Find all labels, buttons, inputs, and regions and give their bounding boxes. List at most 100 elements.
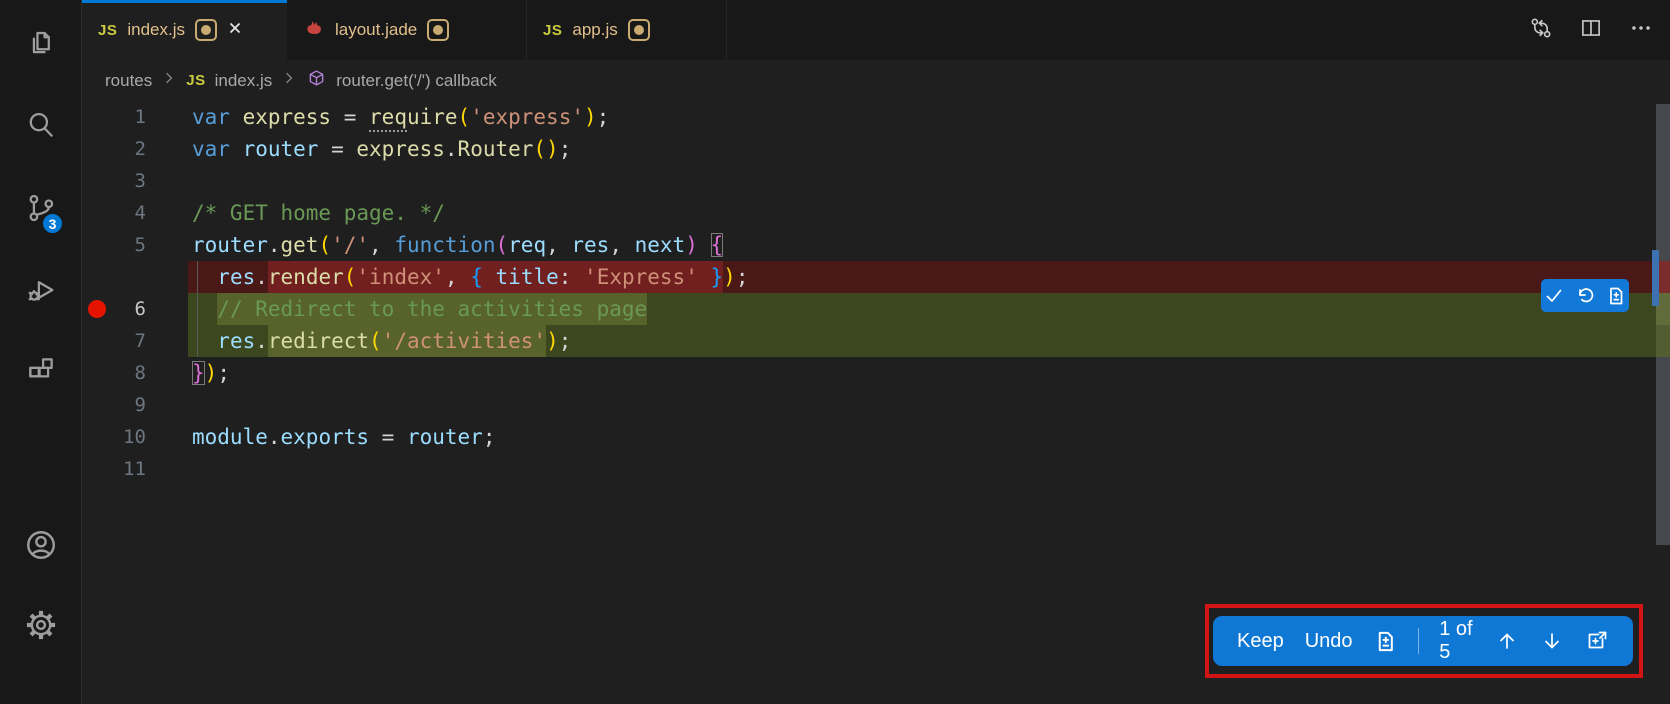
arrow-down-icon[interactable]: [1540, 629, 1564, 653]
code-token: .: [255, 329, 268, 353]
code-line-content[interactable]: /* GET home page. */: [188, 197, 1656, 229]
line-number[interactable]: 7: [110, 325, 146, 357]
diff-file-icon[interactable]: [1606, 286, 1626, 306]
breakpoint-margin[interactable]: [82, 453, 110, 485]
sidebar-item-source-control[interactable]: 3: [0, 186, 82, 234]
code-token: get: [281, 233, 319, 257]
discard-undo-icon[interactable]: [1575, 286, 1595, 306]
code-token: ): [723, 265, 736, 289]
code-line: 3: [82, 165, 1670, 197]
tab-label: index.js: [127, 20, 185, 40]
code-line-content[interactable]: module.exports = router;: [188, 421, 1656, 453]
gear-icon: [23, 607, 59, 648]
open-diff-editor-icon[interactable]: [1585, 629, 1609, 653]
diff-segment: var express = require('express');: [192, 101, 609, 133]
code-line: 10 module.exports = router;: [82, 421, 1670, 453]
code-token: ;: [483, 425, 496, 449]
keep-button[interactable]: Keep: [1237, 630, 1284, 653]
open-changes-icon[interactable]: [1528, 15, 1554, 41]
code-line-content[interactable]: res.redirect('/activities');: [188, 325, 1656, 357]
breakpoint-margin[interactable]: [82, 101, 110, 133]
code-line-content[interactable]: res.render('index', { title: 'Express' }…: [188, 261, 1656, 293]
line-number[interactable]: [110, 261, 146, 293]
breakpoint-margin[interactable]: [82, 133, 110, 165]
tab-layout-jade[interactable]: layout.jade: [287, 0, 527, 60]
breakpoint-margin[interactable]: [82, 229, 110, 261]
line-number[interactable]: 4: [110, 197, 146, 229]
code-token: exports: [281, 425, 370, 449]
code-lines: 1 var express = require('express'); 2 var r…: [82, 101, 1670, 485]
code-token: .: [255, 265, 268, 289]
code-token: function: [394, 233, 495, 257]
breakpoint-margin[interactable]: [82, 421, 110, 453]
line-number[interactable]: 2: [110, 133, 146, 165]
code-token: ): [584, 105, 597, 129]
sidebar-item-settings[interactable]: [0, 603, 82, 651]
sidebar-item-extensions[interactable]: [0, 348, 82, 396]
code-line-content[interactable]: });: [188, 357, 1656, 389]
sidebar-item-search[interactable]: [0, 103, 82, 151]
diff-segment: module.exports = router;: [192, 421, 495, 453]
close-icon[interactable]: [227, 20, 243, 41]
code-line-content[interactable]: router.get('/', function(req, res, next)…: [188, 229, 1656, 261]
modified-indicator-icon[interactable]: [628, 19, 650, 41]
breakpoint-margin[interactable]: [82, 357, 110, 389]
code-token: =: [318, 137, 356, 161]
sidebar-item-explorer[interactable]: [0, 23, 82, 71]
code-token: [192, 297, 217, 321]
code-token: {: [470, 265, 483, 289]
code-token: 'index': [356, 265, 445, 289]
breadcrumb-symbol[interactable]: router.get('/') callback: [336, 71, 497, 91]
breadcrumb-file[interactable]: index.js: [215, 71, 273, 91]
symbol-method-icon: [306, 68, 327, 94]
accept-check-icon[interactable]: [1544, 286, 1564, 306]
modified-indicator-icon[interactable]: [195, 19, 217, 41]
code-line-content[interactable]: var express = require('express');: [188, 101, 1656, 133]
code-line-content[interactable]: var router = express.Router();: [188, 133, 1656, 165]
code-line-content[interactable]: [188, 165, 1656, 197]
more-actions-icon[interactable]: [1628, 15, 1654, 41]
breakpoint-margin[interactable]: [82, 261, 110, 293]
code-token: =: [331, 105, 369, 129]
code-token: .: [445, 137, 458, 161]
breadcrumb-folder[interactable]: routes: [105, 71, 152, 91]
line-number[interactable]: 11: [110, 453, 146, 485]
breakpoint-margin[interactable]: [82, 197, 110, 229]
tab-app-js[interactable]: JS app.js: [527, 0, 727, 60]
code-token: }: [192, 361, 205, 385]
line-number[interactable]: 1: [110, 101, 146, 133]
code-token: var: [192, 137, 243, 161]
breakpoint-margin[interactable]: [82, 293, 110, 325]
code-line-content[interactable]: [188, 453, 1656, 485]
breakpoint-margin[interactable]: [82, 165, 110, 197]
diff-segment: res.: [192, 261, 268, 293]
ruler-modified-decoration: [1652, 250, 1659, 306]
chat-edits-widget: Keep Undo 1 of 5: [1213, 616, 1633, 666]
breakpoint-margin[interactable]: [82, 325, 110, 357]
breakpoint-icon[interactable]: [88, 300, 106, 318]
line-number[interactable]: 9: [110, 389, 146, 421]
diff-file-icon[interactable]: [1374, 629, 1397, 653]
code-token: ): [546, 329, 559, 353]
modified-indicator-icon[interactable]: [427, 19, 449, 41]
line-number[interactable]: 5: [110, 229, 146, 261]
split-editor-icon[interactable]: [1578, 15, 1604, 41]
code-token: ;: [559, 137, 572, 161]
line-number[interactable]: 8: [110, 357, 146, 389]
code-line-content[interactable]: [188, 389, 1656, 421]
tab-index-js[interactable]: JS index.js: [82, 0, 287, 60]
line-number[interactable]: 10: [110, 421, 146, 453]
sidebar-item-run-debug[interactable]: [0, 268, 82, 316]
code-line-content[interactable]: // Redirect to the activities page: [188, 293, 1656, 325]
js-icon: JS: [186, 72, 205, 89]
sidebar-item-account[interactable]: [0, 523, 82, 571]
code-token: (: [318, 233, 331, 257]
code-token: res: [217, 265, 255, 289]
undo-button[interactable]: Undo: [1305, 630, 1353, 653]
code-token: ;: [597, 105, 610, 129]
code-token: }: [711, 265, 724, 289]
breakpoint-margin[interactable]: [82, 389, 110, 421]
line-number[interactable]: 3: [110, 165, 146, 197]
arrow-up-icon[interactable]: [1495, 629, 1519, 653]
line-number[interactable]: 6: [110, 293, 146, 325]
